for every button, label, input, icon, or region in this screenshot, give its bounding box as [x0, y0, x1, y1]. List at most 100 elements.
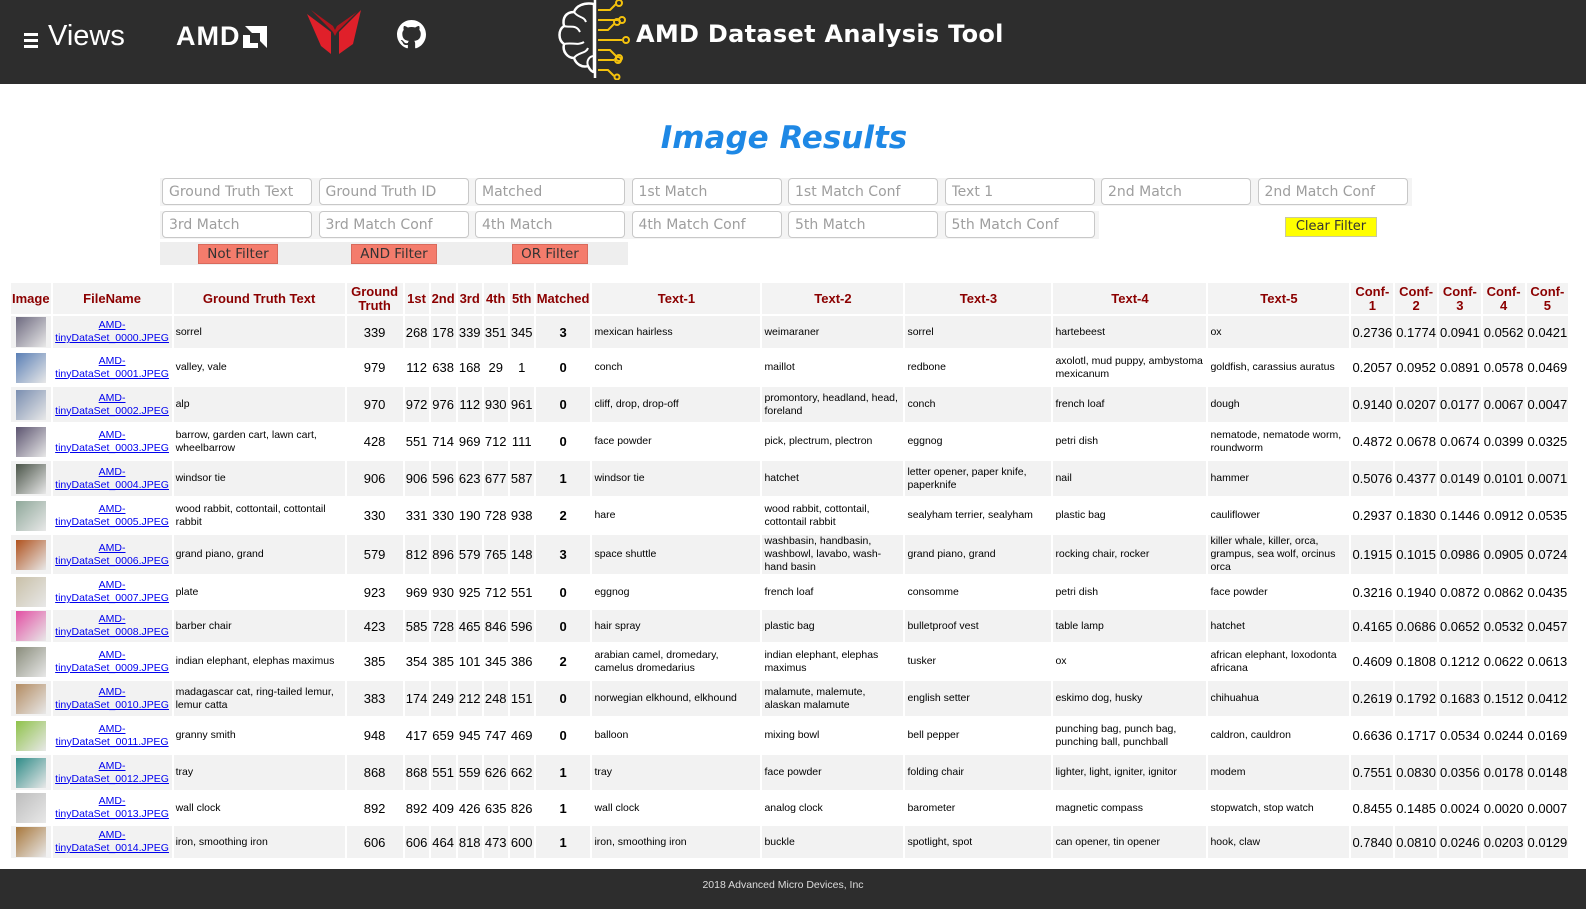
github-icon[interactable] [397, 20, 426, 49]
column-header[interactable]: 2nd [430, 283, 456, 314]
confidence-cell: 0.1940 [1395, 576, 1437, 608]
ground-truth-id-cell: 979 [346, 350, 403, 385]
filename-link[interactable]: AMD-tinyDataSet_0011.JPEG [56, 723, 169, 748]
image-thumbnail[interactable] [15, 539, 46, 570]
image-thumbnail[interactable] [15, 352, 46, 383]
or-filter-button[interactable]: OR Filter [512, 244, 588, 264]
views-menu-button[interactable]: Views [24, 20, 125, 53]
filename-cell: AMD-tinyDataSet_0004.JPEG [52, 461, 172, 496]
filter-3rd-match-conf[interactable] [318, 211, 469, 238]
image-thumbnail[interactable] [15, 500, 46, 531]
filter-1st-match-conf[interactable] [788, 178, 938, 205]
filename-link[interactable]: AMD-tinyDataSet_0000.JPEG [55, 319, 169, 344]
table-row: AMD-tinyDataSet_0008.JPEG barber chair 423… [11, 610, 1569, 642]
ground-truth-text-cell: grand piano, grand [173, 535, 345, 574]
filename-link[interactable]: AMD-tinyDataSet_0006.JPEG [55, 542, 169, 567]
column-header[interactable]: 5th [509, 283, 534, 314]
image-thumbnail[interactable] [15, 683, 46, 714]
image-thumbnail[interactable] [15, 757, 46, 788]
match-id-cell: 345 [509, 316, 534, 348]
match-text-cell: eskimo dog, husky [1053, 681, 1207, 716]
filename-link[interactable]: AMD-tinyDataSet_0014.JPEG [55, 829, 169, 854]
match-id-cell: 111 [509, 424, 534, 459]
filter-4th-match-conf[interactable] [631, 211, 782, 238]
table-row: AMD-tinyDataSet_0011.JPEG granny smith 948… [11, 718, 1569, 753]
column-header[interactable]: Conf-4 [1482, 283, 1525, 314]
column-header[interactable]: 3rd [457, 283, 482, 314]
filter-2nd-match[interactable] [1101, 178, 1251, 205]
filename-link[interactable]: AMD-tinyDataSet_0003.JPEG [55, 429, 169, 454]
not-filter-button[interactable]: Not Filter [198, 244, 278, 264]
table-row: AMD-tinyDataSet_0006.JPEG grand piano, gr… [11, 535, 1569, 574]
filter-ground-truth-text[interactable] [162, 178, 312, 205]
filename-link[interactable]: AMD-tinyDataSet_0009.JPEG [55, 649, 169, 674]
confidence-cell: 0.2057 [1351, 350, 1394, 385]
image-thumbnail[interactable] [15, 646, 46, 677]
confidence-cell: 0.1485 [1395, 792, 1437, 824]
image-thumbnail[interactable] [15, 463, 46, 494]
copyright-text: 2018 Advanced Micro Devices, Inc [702, 879, 864, 891]
match-text-cell: hair spray [592, 610, 761, 642]
filename-link[interactable]: AMD-tinyDataSet_0010.JPEG [55, 686, 169, 711]
column-header[interactable]: Image [11, 283, 51, 314]
filter-1st-match[interactable] [631, 178, 782, 205]
match-id-cell: 351 [483, 316, 508, 348]
match-text-cell: norwegian elkhound, elkhound [592, 681, 761, 716]
filename-cell: AMD-tinyDataSet_0013.JPEG [52, 792, 172, 824]
image-thumbnail[interactable] [15, 389, 46, 420]
column-header[interactable]: Conf-1 [1351, 283, 1394, 314]
column-header[interactable]: Conf-2 [1395, 283, 1437, 314]
image-thumbnail[interactable] [15, 317, 46, 347]
filter-3rd-match[interactable] [162, 211, 312, 238]
filename-link[interactable]: AMD-tinyDataSet_0012.JPEG [55, 760, 169, 785]
column-header[interactable]: FileName [52, 283, 172, 314]
column-header[interactable]: Text-2 [762, 283, 904, 314]
column-header[interactable]: Text-3 [905, 283, 1052, 314]
match-text-cell: petri dish [1053, 424, 1207, 459]
column-header[interactable]: Ground Truth [346, 283, 403, 314]
column-header[interactable]: Text-1 [592, 283, 761, 314]
match-id-cell: 112 [457, 387, 482, 422]
filter-4th-match[interactable] [475, 211, 625, 238]
filename-cell: AMD-tinyDataSet_0001.JPEG [52, 350, 172, 385]
image-thumbnail[interactable] [15, 827, 46, 857]
table-body: AMD-tinyDataSet_0000.JPEG sorrel 339 268 178… [11, 316, 1569, 858]
clear-filter-button[interactable]: Clear Filter [1285, 216, 1377, 237]
image-thumbnail[interactable] [15, 577, 46, 607]
filename-link[interactable]: AMD-tinyDataSet_0008.JPEG [55, 613, 169, 638]
menu-icon [24, 32, 38, 48]
filename-cell: AMD-tinyDataSet_0007.JPEG [52, 576, 172, 608]
confidence-cell: 0.1683 [1438, 681, 1481, 716]
filter-matched[interactable] [475, 178, 625, 205]
image-thumbnail[interactable] [15, 720, 46, 751]
column-header[interactable]: Conf-5 [1526, 283, 1569, 314]
image-thumbnail[interactable] [15, 793, 46, 823]
filter-ground-truth-id[interactable] [318, 178, 469, 205]
filename-link[interactable]: AMD-tinyDataSet_0013.JPEG [55, 795, 169, 820]
column-header[interactable]: Matched [535, 283, 591, 314]
match-text-cell: magnetic compass [1053, 792, 1207, 824]
column-header[interactable]: Conf-3 [1438, 283, 1481, 314]
filter-5th-match[interactable] [788, 211, 938, 238]
and-filter-button[interactable]: AND Filter [351, 244, 437, 264]
filename-link[interactable]: AMD-tinyDataSet_0005.JPEG [55, 503, 169, 528]
filename-link[interactable]: AMD-tinyDataSet_0004.JPEG [55, 466, 169, 491]
confidence-cell: 0.0129 [1526, 826, 1569, 858]
filter-text-1[interactable] [944, 178, 1095, 205]
filename-link[interactable]: AMD-tinyDataSet_0001.JPEG [55, 355, 169, 380]
ground-truth-text-cell: windsor tie [173, 461, 345, 496]
filter-5th-match-conf[interactable] [944, 211, 1095, 238]
column-header[interactable]: Ground Truth Text [173, 283, 345, 314]
amd-logo[interactable]: AMD [176, 21, 267, 52]
image-thumbnail[interactable] [15, 611, 46, 641]
image-thumbnail[interactable] [15, 426, 46, 457]
column-header[interactable]: Text-4 [1053, 283, 1207, 314]
column-header[interactable]: 1st [404, 283, 429, 314]
column-header[interactable]: 4th [483, 283, 508, 314]
filename-link[interactable]: AMD-tinyDataSet_0007.JPEG [55, 579, 169, 604]
column-header[interactable]: Text-5 [1208, 283, 1350, 314]
footer: 2018 Advanced Micro Devices, Inc [0, 869, 1586, 909]
filename-link[interactable]: AMD-tinyDataSet_0002.JPEG [55, 392, 169, 417]
vega-logo[interactable] [307, 10, 363, 56]
filter-2nd-match-conf[interactable] [1257, 178, 1408, 205]
